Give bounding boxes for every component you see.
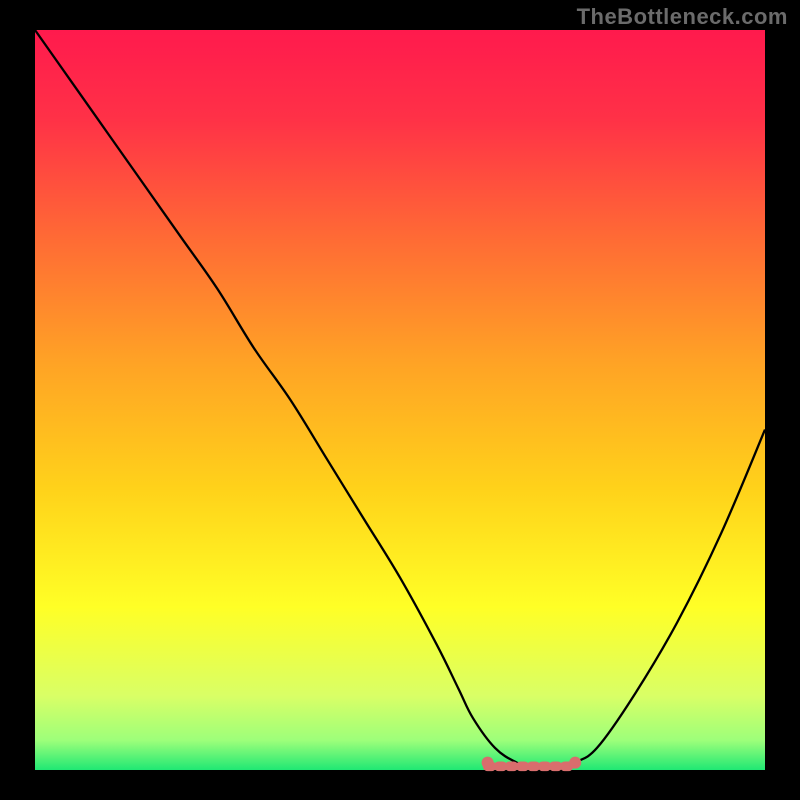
chart-frame: { "watermark": "TheBottleneck.com", "plo… <box>0 0 800 800</box>
watermark-text: TheBottleneck.com <box>577 4 788 30</box>
bottleneck-chart <box>0 0 800 800</box>
range-endpoint-marker <box>569 757 581 769</box>
range-endpoint-marker <box>482 757 494 769</box>
